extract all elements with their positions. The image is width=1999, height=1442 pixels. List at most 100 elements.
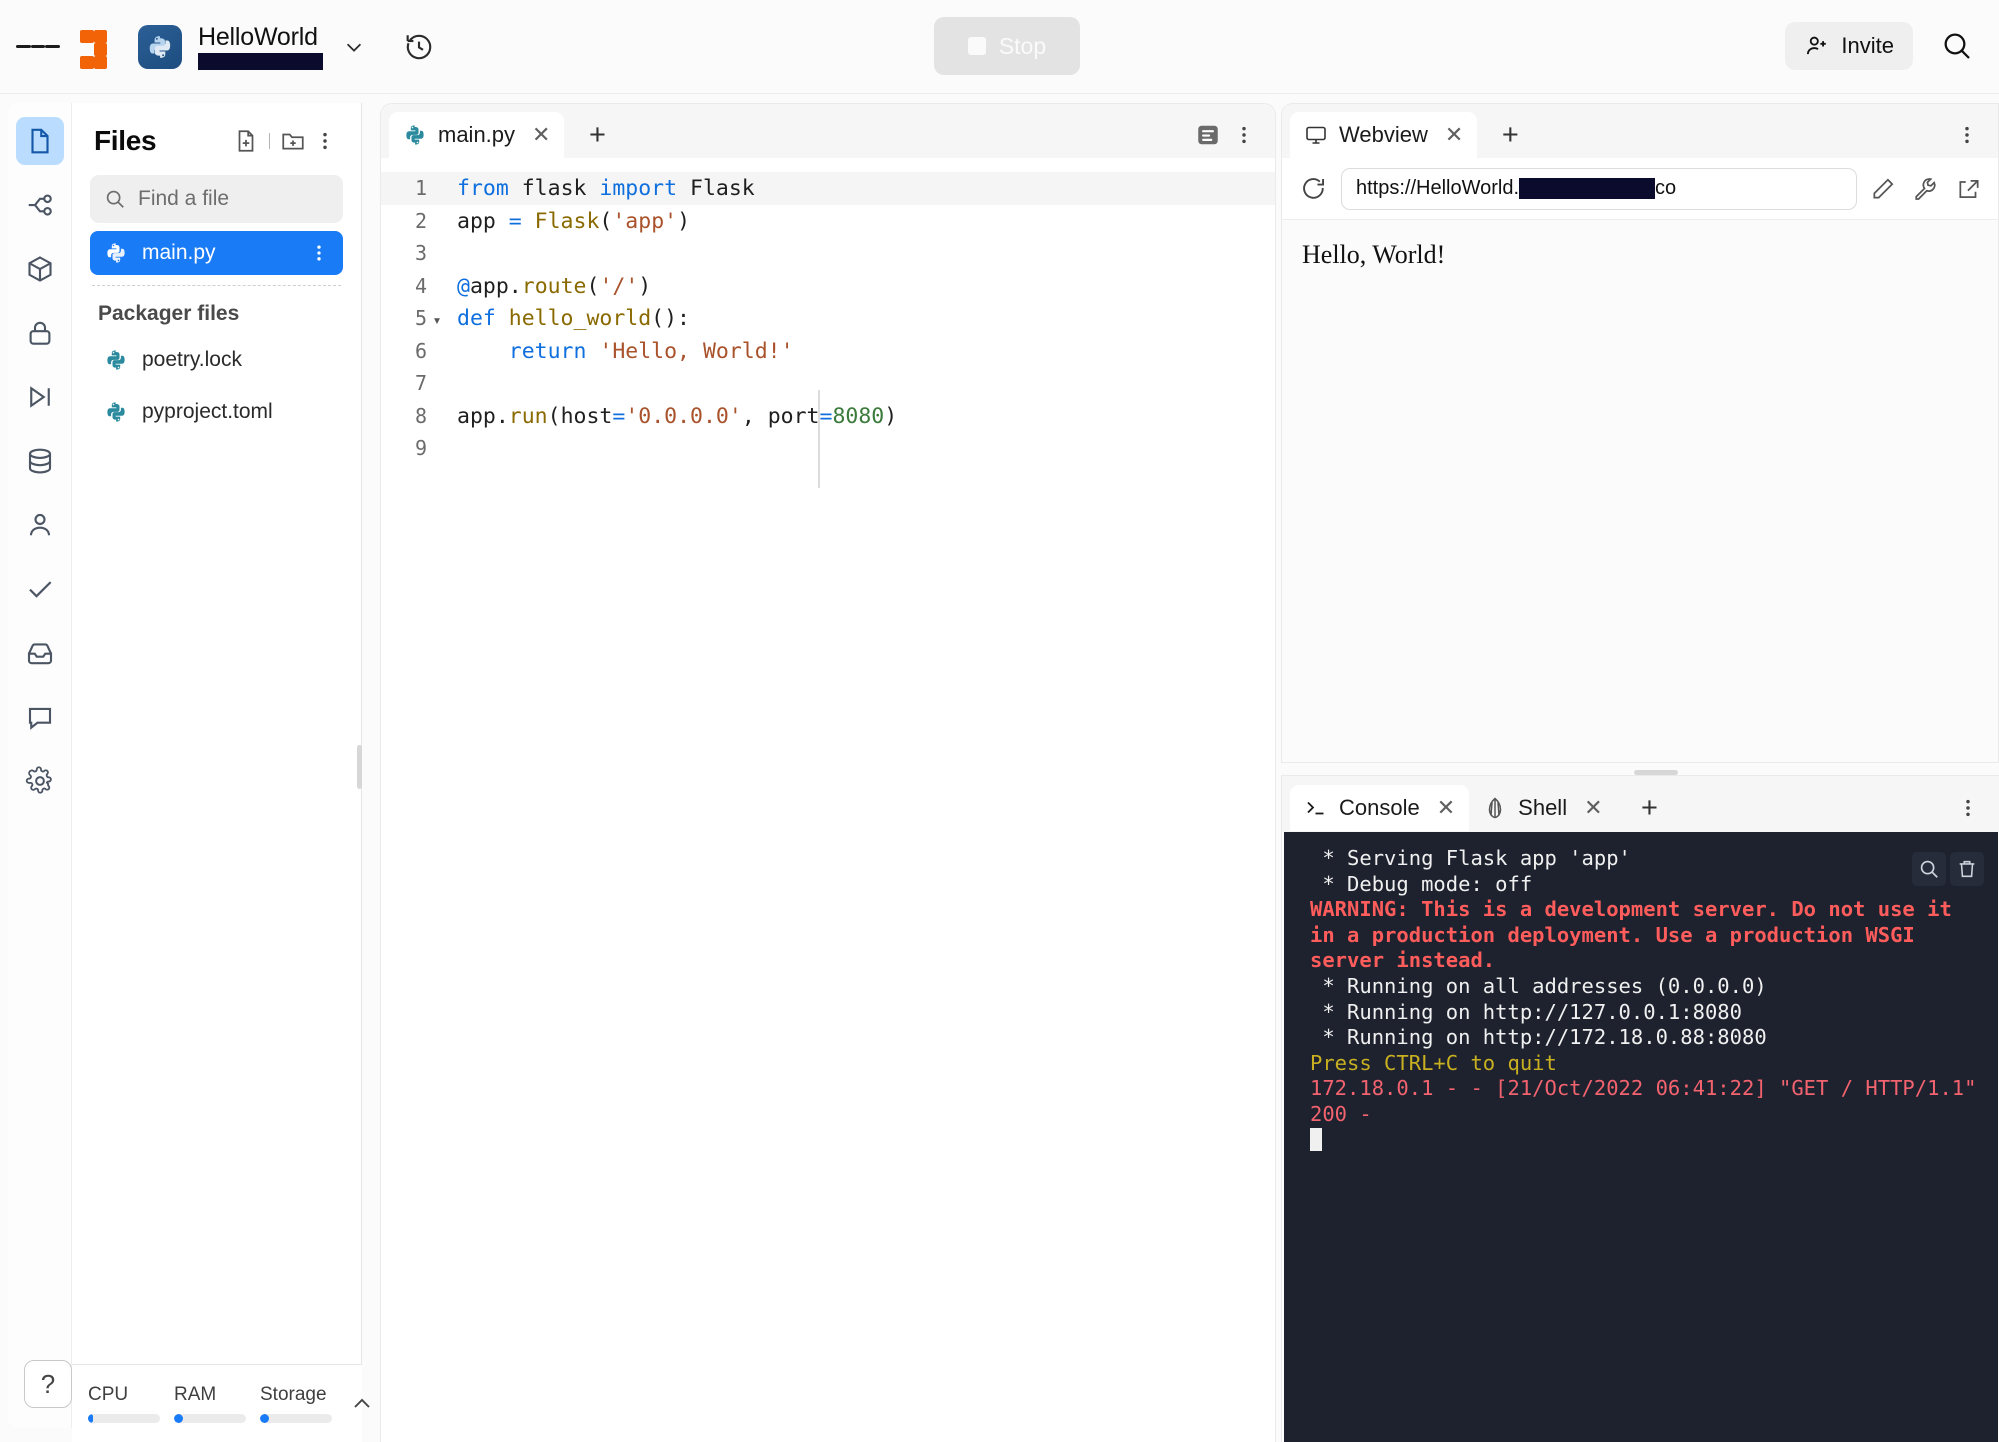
search-icon bbox=[104, 188, 126, 210]
sidebar-item-authentication[interactable] bbox=[16, 501, 64, 549]
shell-icon bbox=[1483, 796, 1507, 820]
tab-console[interactable]: Console ✕ bbox=[1290, 785, 1470, 831]
pencil-icon[interactable] bbox=[1870, 176, 1896, 202]
tab-main-py[interactable]: main.py ✕ bbox=[389, 112, 565, 158]
url-suffix: co bbox=[1655, 177, 1677, 199]
code-line-text: def hello_world(): bbox=[457, 306, 691, 331]
storage-meter[interactable]: Storage bbox=[260, 1384, 332, 1423]
help-button[interactable]: ? bbox=[24, 1360, 72, 1408]
sidebar-item-debugger[interactable] bbox=[16, 373, 64, 421]
new-file-icon[interactable] bbox=[230, 125, 262, 157]
webview-more-menu-icon[interactable] bbox=[1956, 124, 1978, 146]
sidebar-item-chat[interactable] bbox=[16, 693, 64, 741]
console-line: * Running on all addresses (0.0.0.0) bbox=[1310, 973, 1767, 998]
close-icon[interactable]: ✕ bbox=[1445, 122, 1463, 148]
sidebar-item-unit-tests[interactable] bbox=[16, 565, 64, 613]
sidebar-item-version-control[interactable] bbox=[16, 181, 64, 229]
console-resize-handle[interactable] bbox=[1634, 770, 1678, 775]
tab-webview[interactable]: Webview ✕ bbox=[1290, 112, 1478, 158]
history-icon[interactable] bbox=[397, 25, 441, 69]
console-lines: * Serving Flask app 'app' * Debug mode: … bbox=[1310, 846, 1986, 1128]
line-number: 8 bbox=[414, 403, 427, 428]
search-icon[interactable] bbox=[1933, 22, 1981, 70]
trash-icon[interactable] bbox=[1950, 852, 1984, 886]
code-line: 9 bbox=[381, 432, 1275, 465]
sidebar-item-settings[interactable] bbox=[16, 757, 64, 805]
plus-icon[interactable]: + bbox=[1493, 119, 1527, 152]
console-more-menu-icon[interactable] bbox=[1957, 797, 1979, 819]
stop-button[interactable]: Stop bbox=[934, 17, 1080, 75]
webview-actions bbox=[1870, 176, 1982, 202]
line-number: 7 bbox=[414, 371, 427, 395]
storage-meter-label: Storage bbox=[260, 1384, 327, 1405]
code-line: 2 app = Flask('app') bbox=[381, 205, 1275, 238]
prompt-icon bbox=[1304, 796, 1328, 820]
list-item[interactable]: pyproject.toml bbox=[90, 390, 343, 434]
ram-meter-track bbox=[174, 1414, 246, 1423]
cpu-meter[interactable]: CPU bbox=[88, 1384, 160, 1423]
code-editor[interactable]: 1 from flask import Flask 2 app = Flask('ap… bbox=[381, 158, 1275, 1442]
list-item-label: main.py bbox=[142, 241, 216, 264]
code-line-text: app.run(host='0.0.0.0', port=8080) bbox=[457, 403, 898, 429]
console-line: * Running on http://127.0.0.1:8080 bbox=[1310, 999, 1742, 1024]
files-sidebar: Files Find a file main.py Packager files… bbox=[72, 103, 362, 1428]
files-more-menu-icon[interactable] bbox=[309, 125, 341, 157]
code-line: 3 bbox=[381, 237, 1275, 270]
line-number: 1 bbox=[414, 176, 427, 200]
repl-identity[interactable]: HelloWorld bbox=[198, 23, 323, 70]
hamburger-menu-icon[interactable] bbox=[16, 25, 61, 69]
invite-button[interactable]: Invite bbox=[1785, 22, 1913, 70]
tab-label: main.py bbox=[438, 122, 516, 147]
resource-status-bar: CPU RAM Storage bbox=[72, 1364, 370, 1442]
cpu-meter-label: CPU bbox=[88, 1384, 129, 1405]
line-number: 2 bbox=[414, 208, 427, 233]
code-lines: 1 from flask import Flask 2 app = Flask('ap… bbox=[381, 172, 1275, 465]
storage-meter-fill bbox=[260, 1414, 269, 1423]
console-pane: Console ✕ Shell ✕ + * Serving Flask app … bbox=[1281, 770, 1999, 1442]
line-number: 3 bbox=[414, 241, 427, 265]
chevron-down-icon[interactable] bbox=[337, 30, 371, 64]
search-icon[interactable] bbox=[1912, 852, 1946, 886]
url-input[interactable]: https://HelloWorld. co bbox=[1341, 167, 1857, 210]
sidebar-item-packages[interactable] bbox=[16, 245, 64, 293]
editor-pane: main.py ✕ + 1 from flask import Flask 2 app… bbox=[380, 103, 1276, 1442]
list-item[interactable]: main.py bbox=[90, 231, 343, 275]
webview-page-text: Hello, World! bbox=[1302, 240, 1446, 269]
tab-shell[interactable]: Shell ✕ bbox=[1469, 785, 1616, 831]
sidebar-item-files[interactable] bbox=[15, 117, 64, 165]
format-document-icon[interactable] bbox=[1195, 122, 1221, 148]
list-item[interactable]: poetry.lock bbox=[90, 338, 343, 382]
stop-button-label: Stop bbox=[998, 32, 1047, 59]
ram-meter[interactable]: RAM bbox=[174, 1384, 246, 1423]
close-icon[interactable]: ✕ bbox=[1584, 795, 1602, 821]
storage-meter-track bbox=[260, 1414, 332, 1423]
console-output[interactable]: * Serving Flask app 'app' * Debug mode: … bbox=[1284, 832, 1998, 1442]
wrench-icon[interactable] bbox=[1913, 176, 1939, 202]
code-line: 6 return 'Hello, World!' bbox=[381, 335, 1275, 368]
reload-icon[interactable] bbox=[1298, 174, 1328, 204]
plus-icon[interactable]: + bbox=[1633, 792, 1667, 825]
sidebar-resize-handle[interactable] bbox=[357, 745, 362, 789]
search-input[interactable]: Find a file bbox=[90, 175, 343, 223]
new-folder-icon[interactable] bbox=[277, 125, 309, 157]
sidebar-item-secrets[interactable] bbox=[16, 309, 64, 357]
close-icon[interactable]: ✕ bbox=[1437, 795, 1455, 821]
replit-logo-icon[interactable] bbox=[78, 27, 118, 69]
chevron-up-icon[interactable] bbox=[350, 1389, 374, 1419]
divider bbox=[269, 133, 270, 149]
python-icon bbox=[138, 24, 182, 69]
list-item-label: pyproject.toml bbox=[142, 400, 273, 423]
close-icon[interactable]: ✕ bbox=[532, 122, 550, 148]
ram-meter-label: RAM bbox=[174, 1384, 217, 1405]
line-number: 9 bbox=[414, 436, 427, 460]
sidebar-item-deployments[interactable] bbox=[16, 629, 64, 677]
sidebar-item-database[interactable] bbox=[16, 437, 64, 485]
python-file-icon bbox=[104, 348, 128, 372]
console-line: * Serving Flask app 'app' bbox=[1310, 846, 1631, 870]
kebab-menu-icon[interactable] bbox=[309, 243, 329, 263]
editor-more-menu-icon[interactable] bbox=[1233, 124, 1255, 146]
plus-icon[interactable]: + bbox=[580, 119, 614, 152]
external-link-icon[interactable] bbox=[1956, 176, 1982, 202]
fold-arrow-icon[interactable]: ▾ bbox=[427, 304, 447, 337]
tab-label: Console bbox=[1339, 795, 1420, 820]
